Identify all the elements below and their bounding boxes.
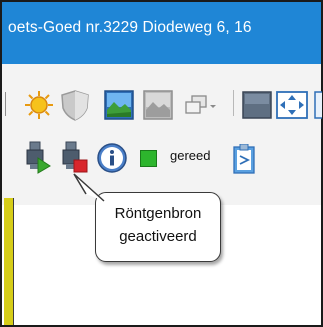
window-title: oets-Goed nr.3229 Diodeweg 6, 16 <box>8 19 252 36</box>
dark-square-icon[interactable] <box>242 91 272 119</box>
xray-source-off-icon[interactable] <box>60 140 90 174</box>
tooltip-pointer <box>73 173 105 202</box>
grayscale-image-icon[interactable] <box>143 90 173 120</box>
toolbar-separator <box>5 92 6 116</box>
info-icon[interactable] <box>96 142 128 174</box>
status-light-icon <box>140 150 157 167</box>
title-bar[interactable]: oets-Goed nr.3229 Diodeweg 6, 16 <box>2 2 321 64</box>
accent-strip <box>4 198 14 325</box>
fit-to-screen-icon[interactable] <box>276 91 308 119</box>
tooltip-line-1: Röntgenbron <box>114 205 202 222</box>
toolbar-separator <box>233 90 234 116</box>
partial-toolbar-button[interactable] <box>314 91 322 119</box>
status-text: gereed <box>170 148 211 163</box>
landscape-image-icon[interactable] <box>104 90 134 120</box>
toolbar-area <box>2 64 321 205</box>
xray-source-on-icon[interactable] <box>22 140 52 174</box>
window-layout-dropdown-icon[interactable] <box>183 94 219 118</box>
clipboard-icon[interactable] <box>233 144 255 174</box>
tooltip: Röntgenbron geactiveerd <box>95 192 221 262</box>
shield-icon[interactable] <box>58 88 92 122</box>
sun-icon[interactable] <box>24 90 54 120</box>
tooltip-line-2: geactiveerd <box>119 228 197 245</box>
